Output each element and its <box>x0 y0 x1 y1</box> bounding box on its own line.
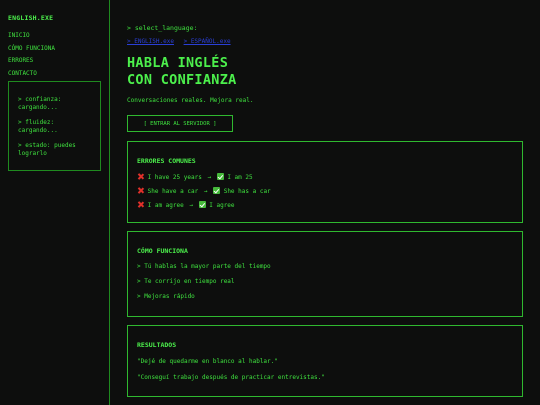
errors-card: ERRORES COMUNES I have 25 years → I am 2… <box>127 141 523 223</box>
arrow-right-icon: → <box>189 202 193 209</box>
error-wrong: She have a car <box>147 188 199 195</box>
how-it-works-card: CÓMO FUNCIONA > Tú hablas la mayor parte… <box>127 231 523 317</box>
errors-card-title: ERRORES COMUNES <box>137 157 196 165</box>
sidebar: ENGLISH.EXE INICIO CÓMO FUNCIONA ERRORES… <box>0 0 110 405</box>
cross-mark-icon <box>137 173 144 180</box>
hero-title-line-1: HABLA INGLÉS <box>127 55 229 71</box>
arrow-right-icon: → <box>207 174 212 181</box>
hero-title: HABLA INGLÉS CON CONFIANZA <box>127 55 237 89</box>
hero-subtitle: Conversaciones reales. Mejora real. <box>127 97 254 104</box>
sidebar-nav: INICIO CÓMO FUNCIONA ERRORES CONTACTO <box>8 32 109 77</box>
nav-item-contacto[interactable]: CONTACTO <box>8 70 109 77</box>
hero-title-line-2: CON CONFIANZA <box>127 72 237 88</box>
error-right: I agree <box>209 202 235 209</box>
nav-item-inicio[interactable]: INICIO <box>8 32 109 39</box>
language-prompt: > select_language: <box>127 24 198 32</box>
error-right: I am 25 <box>227 174 253 181</box>
results-card: RESULTADOS "Dejé de quedarme en blanco a… <box>127 325 523 397</box>
language-link-english[interactable]: > ENGLISH.exe <box>127 38 174 45</box>
error-right: She has a car <box>223 188 271 195</box>
error-item: She have a car → She has a car <box>137 187 522 195</box>
enter-server-button[interactable]: [ ENTRAR AL SERVIDOR ] <box>127 115 233 132</box>
testimonial: "Dejé de quedarme en blanco al hablar." <box>137 358 278 365</box>
check-mark-icon <box>213 187 221 194</box>
nav-item-errores[interactable]: ERRORES <box>8 57 109 64</box>
error-item: I am agree → I agree <box>137 201 522 209</box>
cross-mark-icon <box>137 201 144 208</box>
error-wrong: I have 25 years <box>147 174 202 181</box>
language-selector: > ENGLISH.exe > ESPAÑOL.exe <box>127 38 237 45</box>
check-mark-icon <box>198 201 206 208</box>
site-logo[interactable]: ENGLISH.EXE <box>8 14 109 22</box>
how-item: > Te corrijo en tiempo real <box>137 278 235 285</box>
page: ENGLISH.EXE INICIO CÓMO FUNCIONA ERRORES… <box>0 0 540 405</box>
results-title: RESULTADOS <box>137 341 177 349</box>
error-wrong: I am agree <box>147 202 184 209</box>
cross-mark-icon <box>137 187 144 194</box>
check-mark-icon <box>216 173 224 180</box>
testimonial: "Conseguí trabajo después de practicar e… <box>137 374 325 381</box>
error-item: I have 25 years → I am 25 <box>137 173 522 181</box>
nav-item-como-funciona[interactable]: CÓMO FUNCIONA <box>8 45 109 52</box>
how-it-works-title: CÓMO FUNCIONA <box>137 247 188 255</box>
language-link-espanol[interactable]: > ESPAÑOL.exe <box>184 38 231 45</box>
how-item: > Tú hablas la mayor parte del tiempo <box>137 263 271 270</box>
arrow-right-icon: → <box>203 188 208 195</box>
status-panel: > confianza: cargando... > fluidez: carg… <box>8 81 101 171</box>
how-item: > Mejoras rápido <box>137 293 195 300</box>
status-estado: > estado: puedes lograrlo <box>18 142 76 157</box>
status-fluidez: > fluidez: cargando... <box>18 119 58 134</box>
status-confianza: > confianza: cargando... <box>18 96 62 111</box>
